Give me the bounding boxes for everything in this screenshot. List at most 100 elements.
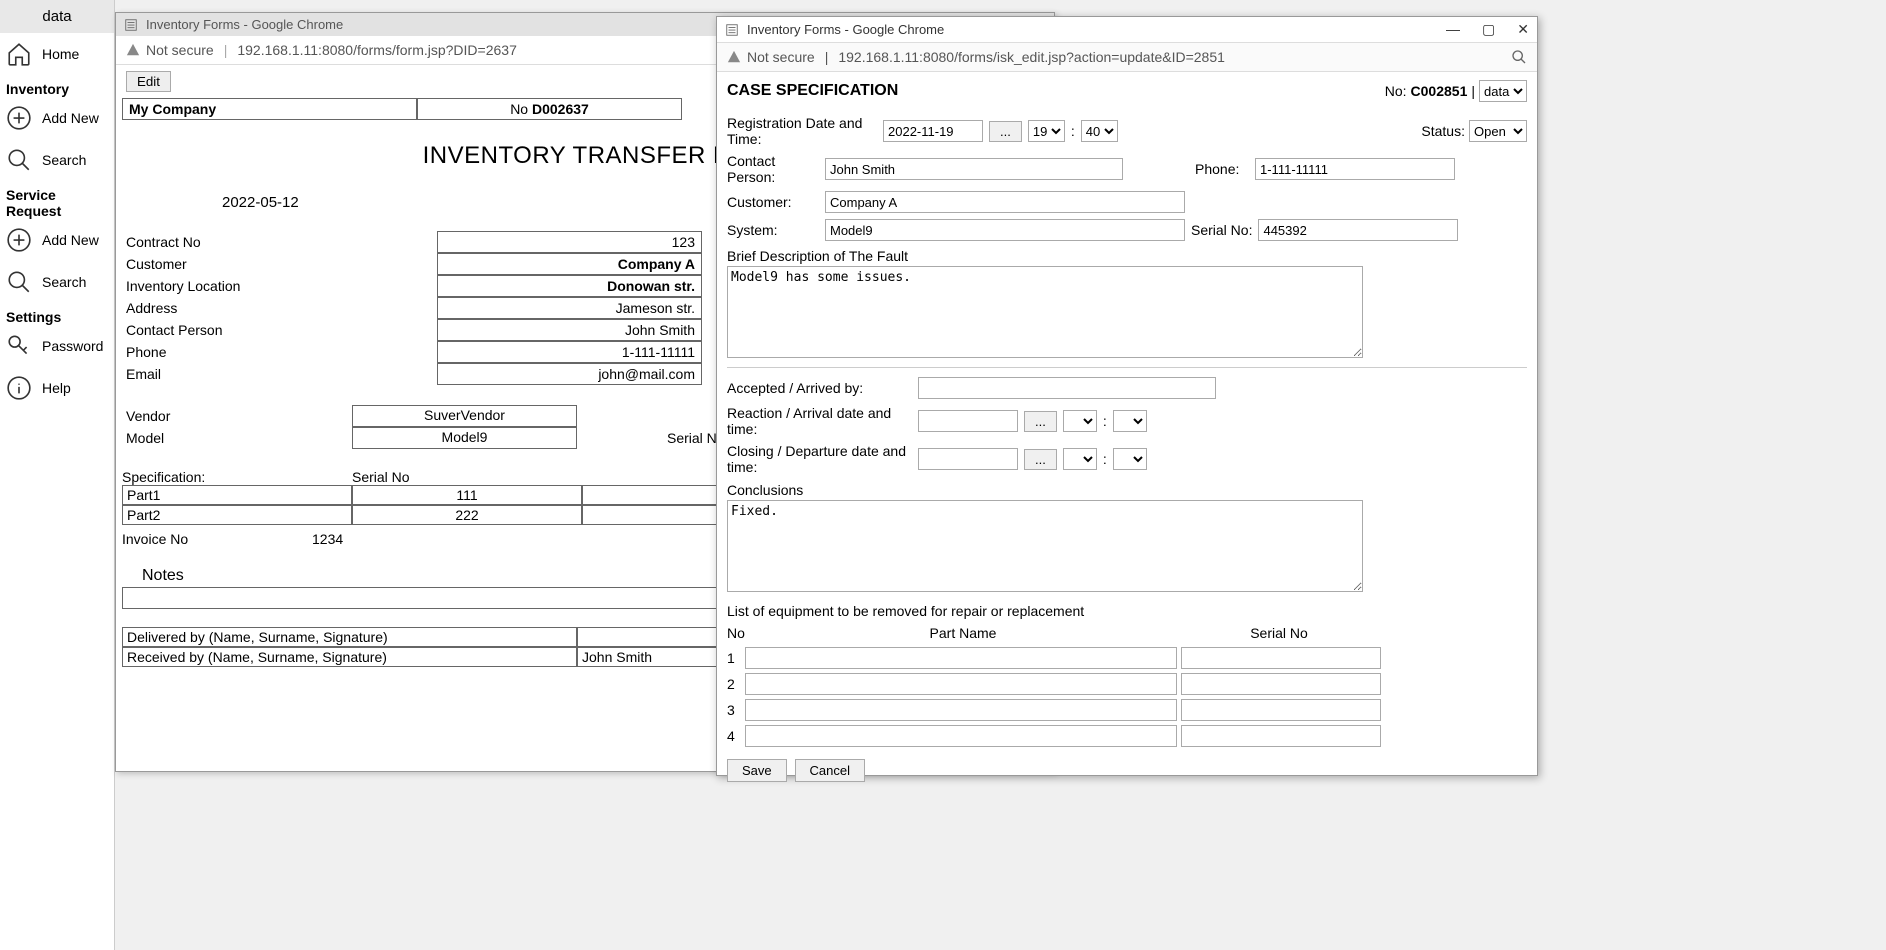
part-name-input[interactable] <box>745 699 1177 721</box>
closing-date-picker-button[interactable]: ... <box>1024 449 1057 470</box>
divider <box>727 367 1527 368</box>
closing-hour-select[interactable] <box>1063 448 1097 470</box>
serial-no-input[interactable] <box>1181 699 1381 721</box>
contract-no-label: Contract No <box>122 231 437 253</box>
equip-col-partname: Part Name <box>747 625 1179 641</box>
sidebar-item-service-search[interactable]: Search <box>0 261 114 303</box>
titlebar-2[interactable]: Inventory Forms - Google Chrome — ▢ ✕ <box>717 17 1537 43</box>
sidebar-item-inventory-search[interactable]: Search <box>0 139 114 181</box>
reaction-min-select[interactable] <box>1113 410 1147 432</box>
reaction-date-input[interactable] <box>918 410 1018 432</box>
delivered-by-label: Delivered by (Name, Surname, Signature) <box>122 627 577 647</box>
home-label: Home <box>42 46 79 62</box>
part-name-input[interactable] <box>745 673 1177 695</box>
equip-row-index: 2 <box>727 676 741 692</box>
inventory-location-value: Donowan str. <box>437 275 702 297</box>
help-label: Help <box>42 380 71 396</box>
close-button[interactable]: ✕ <box>1517 21 1529 38</box>
email-label: Email <box>122 363 437 385</box>
part-name-input[interactable] <box>745 725 1177 747</box>
sidebar: data Home Inventory Add New Search Servi… <box>0 0 115 950</box>
reg-date-label: Registration Date and Time: <box>727 115 877 147</box>
search-icon[interactable] <box>1511 49 1527 65</box>
doc-number: No D002637 <box>417 98 682 120</box>
time-colon: : <box>1103 451 1107 467</box>
add-new-label: Add New <box>42 110 99 126</box>
conclusions-textarea[interactable] <box>727 500 1363 592</box>
equip-col-no: No <box>727 625 747 641</box>
phone-label: Phone <box>122 341 437 363</box>
serial-col-label: Serial No <box>352 469 582 485</box>
not-secure-label-2: Not secure <box>747 49 815 65</box>
model-label: Model <box>122 427 352 449</box>
customer-input[interactable] <box>825 191 1185 213</box>
equipment-row: 2 <box>727 671 1527 697</box>
contact-input[interactable] <box>825 158 1123 180</box>
reg-min-select[interactable]: 40 <box>1081 120 1118 142</box>
sidebar-item-help[interactable]: Help <box>0 367 114 409</box>
section-settings: Settings <box>0 303 114 325</box>
reg-hour-select[interactable]: 19 <box>1028 120 1065 142</box>
case-spec-title: CASE SPECIFICATION <box>727 82 898 100</box>
date-picker-button[interactable]: ... <box>989 121 1022 142</box>
equipment-row: 1 <box>727 645 1527 671</box>
separator: | <box>224 42 228 58</box>
url-2[interactable]: 192.168.1.11:8080/forms/isk_edit.jsp?act… <box>838 49 1225 65</box>
search-label: Search <box>42 152 86 168</box>
maximize-button[interactable]: ▢ <box>1482 21 1495 38</box>
edit-button[interactable]: Edit <box>126 71 171 92</box>
sidebar-item-service-add[interactable]: Add New <box>0 219 114 261</box>
search-icon <box>6 269 32 295</box>
window-case-spec: Inventory Forms - Google Chrome — ▢ ✕ No… <box>716 16 1538 776</box>
sidebar-item-home[interactable]: Home <box>0 33 114 75</box>
reaction-time-label: Reaction / Arrival date and time: <box>727 405 912 437</box>
window-title-2: Inventory Forms - Google Chrome <box>747 22 944 37</box>
serial-label-partial: Serial N <box>577 427 717 449</box>
sidebar-item-password[interactable]: Password <box>0 325 114 367</box>
system-input[interactable] <box>825 219 1185 241</box>
save-button[interactable]: Save <box>727 759 787 782</box>
vendor-label: Vendor <box>122 405 352 427</box>
cancel-button[interactable]: Cancel <box>795 759 865 782</box>
contact-person-label: Contact Person <box>122 319 437 341</box>
closing-min-select[interactable] <box>1113 448 1147 470</box>
sidebar-item-inventory-add[interactable]: Add New <box>0 97 114 139</box>
document-icon <box>124 18 138 32</box>
email-value: john@mail.com <box>437 363 702 385</box>
serial-no-input[interactable] <box>1181 725 1381 747</box>
addressbar-2[interactable]: Not secure | 192.168.1.11:8080/forms/isk… <box>717 43 1537 72</box>
minimize-button[interactable]: — <box>1446 21 1460 38</box>
status-select[interactable]: Open <box>1469 120 1527 142</box>
security-indicator-1[interactable]: Not secure <box>126 42 214 58</box>
security-indicator-2[interactable]: Not secure <box>727 49 815 65</box>
serial-no-input[interactable] <box>1181 673 1381 695</box>
equipment-table-header: No Part Name Serial No <box>727 621 1527 645</box>
data-select[interactable]: data <box>1479 80 1527 102</box>
reg-date-input[interactable] <box>883 120 983 142</box>
part-name-input[interactable] <box>745 647 1177 669</box>
equip-col-serial: Serial No <box>1179 625 1379 641</box>
url-1[interactable]: 192.168.1.11:8080/forms/form.jsp?DID=263… <box>237 42 517 58</box>
fault-desc-textarea[interactable] <box>727 266 1363 358</box>
spec-name: Part1 <box>122 485 352 505</box>
case-no-value: C002851 <box>1411 83 1468 99</box>
closing-date-input[interactable] <box>918 448 1018 470</box>
equipment-row: 4 <box>727 723 1527 749</box>
address-label: Address <box>122 297 437 319</box>
vendor-value: SuverVendor <box>352 405 577 427</box>
reaction-date-picker-button[interactable]: ... <box>1024 411 1057 432</box>
equipment-row: 3 <box>727 697 1527 723</box>
invoice-no-value: 1234 <box>312 531 343 547</box>
serial-input[interactable] <box>1258 219 1458 241</box>
serial-no-input[interactable] <box>1181 647 1381 669</box>
reaction-hour-select[interactable] <box>1063 410 1097 432</box>
accepted-by-input[interactable] <box>918 377 1216 399</box>
not-secure-label-1: Not secure <box>146 42 214 58</box>
add-new-label-2: Add New <box>42 232 99 248</box>
window-title-1: Inventory Forms - Google Chrome <box>146 17 343 32</box>
system-label: System: <box>727 222 819 238</box>
customer-label-2: Customer: <box>727 194 819 210</box>
phone-input[interactable] <box>1255 158 1455 180</box>
case-no-label: No: <box>1385 83 1407 99</box>
closing-time-label: Closing / Departure date and time: <box>727 443 912 475</box>
